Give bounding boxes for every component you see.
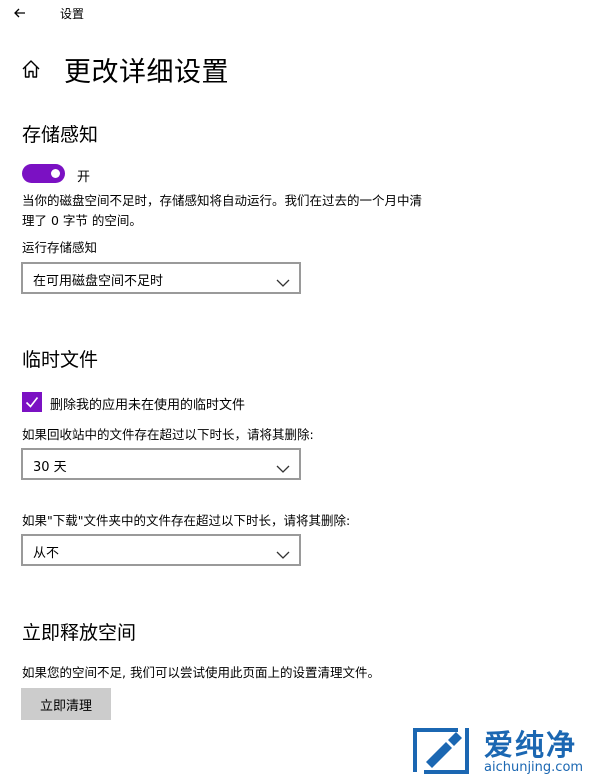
description-line-1: 当你的磁盘空间不足时，存储感知将自动运行。我们在过去的一个月中清 bbox=[22, 193, 423, 208]
temp-files-heading: 临时文件 bbox=[22, 349, 99, 371]
dropdown-value: 从不 bbox=[33, 546, 60, 561]
watermark-logo-icon bbox=[412, 724, 470, 776]
watermark-text: 爱纯净 bbox=[484, 728, 578, 762]
dropdown-value: 30 天 bbox=[33, 460, 67, 475]
page-title: 更改详细设置 bbox=[64, 57, 229, 88]
storage-sense-toggle[interactable] bbox=[22, 164, 65, 183]
back-arrow-icon[interactable] bbox=[10, 3, 30, 23]
run-storage-sense-label: 运行存储感知 bbox=[22, 240, 98, 255]
delete-temp-files-label: 删除我的应用未在使用的临时文件 bbox=[50, 398, 246, 413]
app-title: 设置 bbox=[60, 7, 85, 21]
toggle-knob bbox=[51, 169, 60, 178]
chevron-down-icon bbox=[276, 459, 290, 473]
storage-sense-description: 当你的磁盘空间不足时，存储感知将自动运行。我们在过去的一个月中清 理了 0 字节… bbox=[22, 191, 492, 231]
watermark-url: aichunjing.com bbox=[484, 760, 584, 775]
storage-sense-heading: 存储感知 bbox=[22, 124, 99, 146]
description-line-2: 理了 0 字节 的空间。 bbox=[22, 213, 142, 228]
title-bar: 设置 bbox=[0, 0, 601, 26]
delete-temp-files-checkbox[interactable] bbox=[22, 392, 42, 412]
downloads-label: 如果"下载"文件夹中的文件存在超过以下时长，请将其删除: bbox=[22, 513, 351, 528]
free-up-heading: 立即释放空间 bbox=[22, 622, 137, 644]
clean-now-button[interactable]: 立即清理 bbox=[21, 688, 111, 720]
chevron-down-icon bbox=[276, 273, 290, 287]
watermark: 爱纯净 aichunjing.com bbox=[412, 722, 597, 778]
recycle-bin-label: 如果回收站中的文件存在超过以下时长，请将其删除: bbox=[22, 427, 314, 442]
toggle-state-label: 开 bbox=[77, 170, 91, 185]
run-storage-sense-dropdown[interactable]: 在可用磁盘空间不足时 bbox=[21, 262, 301, 294]
dropdown-value: 在可用磁盘空间不足时 bbox=[33, 274, 164, 289]
downloads-dropdown[interactable]: 从不 bbox=[21, 534, 301, 566]
free-up-description: 如果您的空间不足, 我们可以尝试使用此页面上的设置清理文件。 bbox=[22, 665, 380, 680]
checkmark-icon bbox=[25, 397, 39, 408]
chevron-down-icon bbox=[276, 545, 290, 559]
home-icon bbox=[20, 58, 42, 80]
recycle-bin-dropdown[interactable]: 30 天 bbox=[21, 448, 301, 480]
